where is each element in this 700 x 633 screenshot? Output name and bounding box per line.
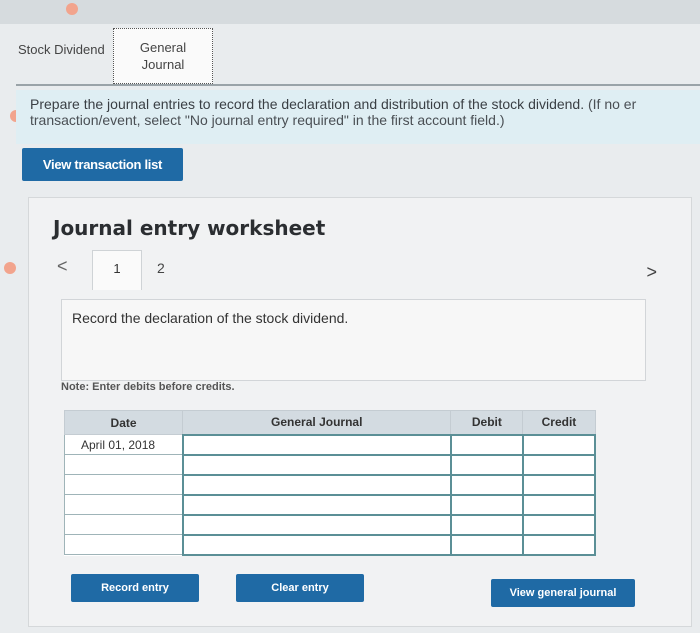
date-cell: April 01, 2018 bbox=[63, 434, 184, 455]
date-cell bbox=[63, 494, 184, 515]
entry-description: Record the declaration of the stock divi… bbox=[61, 299, 646, 381]
decorative-dot bbox=[66, 3, 78, 15]
journal-entry-worksheet-panel: Journal entry worksheet < 1 2 > Record t… bbox=[28, 197, 692, 627]
date-cell bbox=[63, 514, 184, 535]
table-row bbox=[63, 493, 597, 516]
account-field[interactable] bbox=[181, 433, 452, 456]
table-row bbox=[63, 453, 597, 476]
account-field[interactable] bbox=[181, 513, 452, 536]
tab-stock-dividend[interactable]: Stock Dividend bbox=[18, 42, 105, 57]
credit-field[interactable] bbox=[521, 453, 597, 476]
debit-field[interactable] bbox=[449, 433, 524, 456]
instructions-box: Prepare the journal entries to record th… bbox=[16, 90, 700, 144]
column-header-credit: Credit bbox=[522, 410, 596, 435]
record-entry-button[interactable]: Record entry bbox=[71, 574, 199, 602]
top-bar bbox=[0, 0, 700, 24]
account-field[interactable] bbox=[181, 493, 452, 516]
debit-field[interactable] bbox=[449, 473, 524, 496]
credit-field[interactable] bbox=[521, 493, 597, 516]
account-field[interactable] bbox=[181, 453, 452, 476]
view-general-journal-button[interactable]: View general journal bbox=[491, 579, 635, 607]
journal-table-header: Date General Journal Debit Credit bbox=[63, 410, 596, 435]
account-field[interactable] bbox=[181, 533, 452, 556]
debit-field[interactable] bbox=[449, 493, 524, 516]
credit-field[interactable] bbox=[521, 473, 597, 496]
tab-general-journal-line1: General bbox=[139, 40, 187, 55]
entry-note: Note: Enter debits before credits. bbox=[61, 381, 235, 393]
date-cell bbox=[63, 454, 184, 475]
table-row bbox=[63, 473, 597, 496]
credit-field[interactable] bbox=[521, 533, 597, 556]
table-row bbox=[63, 533, 597, 556]
tab-general-journal-line2: Journal bbox=[141, 57, 185, 72]
date-cell bbox=[63, 534, 184, 555]
worksheet-title: Journal entry worksheet bbox=[53, 216, 326, 240]
debit-field[interactable] bbox=[449, 533, 524, 556]
column-header-general-journal: General Journal bbox=[182, 410, 452, 435]
debit-field[interactable] bbox=[449, 453, 524, 476]
clear-entry-button[interactable]: Clear entry bbox=[236, 574, 364, 602]
account-field[interactable] bbox=[181, 473, 452, 496]
column-header-debit: Debit bbox=[450, 410, 524, 435]
tab-general-journal[interactable]: General Journal bbox=[113, 28, 213, 84]
credit-field[interactable] bbox=[521, 513, 597, 536]
instructions-hint-line2: transaction/event, select "No journal en… bbox=[30, 112, 505, 128]
entry-description-text: Record the declaration of the stock divi… bbox=[72, 310, 349, 326]
date-cell bbox=[63, 474, 184, 495]
instructions-hint: (If no er bbox=[588, 96, 637, 112]
next-step-chevron-icon[interactable]: > bbox=[646, 262, 657, 283]
table-row bbox=[63, 513, 597, 536]
tab-bar: Stock Dividend General Journal bbox=[16, 28, 700, 86]
credit-field[interactable] bbox=[521, 433, 597, 456]
column-header-date: Date bbox=[63, 410, 184, 435]
decorative-dot bbox=[4, 262, 16, 274]
step-tab-2[interactable]: 2 bbox=[157, 260, 165, 276]
prev-step-chevron-icon[interactable]: < bbox=[57, 256, 68, 277]
step-tab-1[interactable]: 1 bbox=[92, 250, 142, 290]
instructions-text: Prepare the journal entries to record th… bbox=[30, 96, 585, 112]
view-transaction-list-button[interactable]: View transaction list bbox=[22, 148, 183, 181]
journal-table: Date General Journal Debit Credit April … bbox=[63, 410, 597, 556]
debit-field[interactable] bbox=[449, 513, 524, 536]
table-row: April 01, 2018 bbox=[63, 433, 597, 456]
